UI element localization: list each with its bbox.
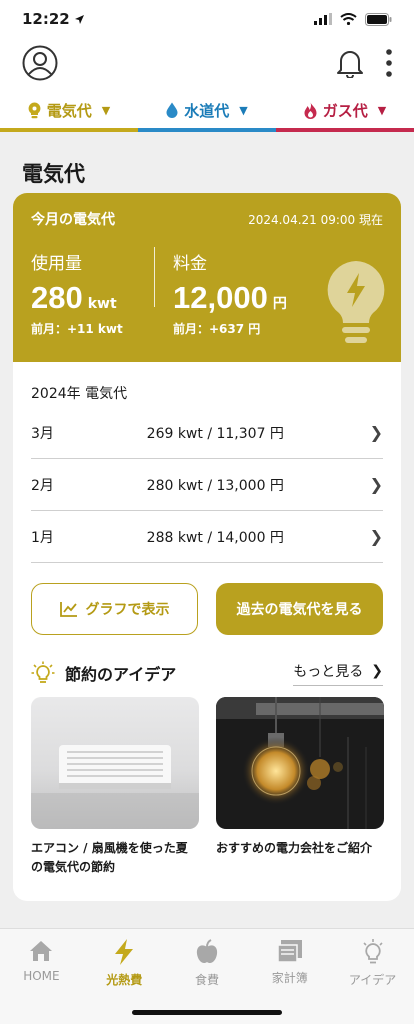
light-bulbs-image [216, 697, 384, 829]
usage-prev: 前月：+11 kwt [31, 322, 123, 336]
usage-value-group: 280 kwt [31, 280, 123, 316]
history-row[interactable]: 1月 288 kwt / 14,000 円 ❯ [31, 511, 383, 563]
lightbulb-bolt-icon [327, 261, 385, 343]
tab-electricity-underline [0, 128, 138, 132]
history-row[interactable]: 3月 269 kwt / 11,307 円 ❯ [31, 407, 383, 459]
view-past-button[interactable]: 過去の電気代を見る [216, 583, 383, 635]
tabbar-home[interactable]: HOME [0, 939, 83, 1024]
history-month: 3月 [31, 425, 54, 442]
lightbulb-icon [363, 939, 383, 964]
usage-unit: kwt [87, 296, 117, 312]
show-graph-button[interactable]: グラフで表示 [31, 583, 198, 635]
status-time: 12:22 [22, 10, 70, 28]
fee-value-group: 12,000 円 [173, 280, 287, 316]
fee-label: 料金 [173, 254, 207, 274]
idea-caption: おすすめの電力会社をご紹介 [216, 841, 373, 855]
see-more-label: もっと見る [293, 664, 364, 680]
see-more-link[interactable]: もっと見る ❯ [293, 661, 383, 686]
category-tabs: 電気代 ▼ 水道代 ▼ ガス代 ▼ [0, 88, 414, 132]
view-past-label: 過去の電気代を見る [236, 602, 363, 618]
summary-date: 2024.04.21 09:00 現在 [248, 213, 383, 227]
wifi-icon [340, 13, 357, 25]
chevron-down-icon: ▼ [239, 103, 248, 117]
usage-metric: 使用量 280 kwt 前月：+11 kwt [31, 249, 123, 337]
lightning-icon [115, 939, 134, 965]
fee-unit: 円 [272, 296, 287, 312]
tabbar-home-label: HOME [23, 969, 60, 983]
fee-value: 12,000 [173, 280, 268, 315]
idea-card[interactable]: エアコン / 扇風機を使った夏の電気代の節約 [31, 697, 199, 876]
usage-label: 使用量 [31, 254, 82, 274]
chevron-right-icon: ❯ [369, 423, 383, 442]
ideas-header: 節約のアイデア [31, 661, 176, 685]
chevron-right-icon: ❯ [369, 527, 383, 546]
home-indicator [132, 1010, 282, 1015]
monthly-summary: 今月の電気代 2024.04.21 09:00 現在 使用量 280 kwt 前… [13, 193, 401, 362]
fee-metric: 料金 12,000 円 前月：+637 円 [173, 249, 287, 337]
history-value: 288 kwt / 14,000 円 [146, 529, 284, 546]
tab-electricity[interactable]: 電気代 ▼ [0, 88, 138, 132]
chevron-down-icon: ▼ [377, 103, 387, 117]
history-title: 2024年 電気代 [31, 386, 128, 402]
apple-icon [196, 939, 218, 964]
lightbulb-idea-icon [31, 661, 55, 683]
tab-gas-underline [276, 128, 414, 132]
battery-icon [365, 12, 392, 26]
signal-icon [314, 13, 332, 25]
electricity-card: 今月の電気代 2024.04.21 09:00 現在 使用量 280 kwt 前… [13, 193, 401, 901]
tabbar-ledger-label: 家計簿 [271, 971, 308, 985]
tab-water-label: 水道代 [184, 101, 230, 120]
tab-water-underline [138, 128, 276, 132]
history-row[interactable]: 2月 280 kwt / 13,000 円 ❯ [31, 459, 383, 511]
tab-gas[interactable]: ガス代 ▼ [276, 88, 414, 132]
more-menu-icon[interactable] [386, 49, 392, 77]
air-purifier-image [31, 697, 199, 829]
summary-label: 今月の電気代 [31, 212, 115, 228]
show-graph-label: グラフで表示 [85, 602, 170, 618]
chevron-right-icon: ❯ [371, 663, 383, 679]
tabbar-food-label: 食費 [194, 973, 219, 987]
lightbulb-small-icon [28, 102, 41, 118]
tabbar-ideas-label: アイデア [348, 973, 397, 987]
summary-header: 今月の電気代 2024.04.21 09:00 現在 [31, 209, 383, 229]
page-title: 電気代 [22, 162, 85, 186]
chevron-right-icon: ❯ [369, 475, 383, 494]
status-indicators [314, 12, 392, 26]
header-actions [336, 48, 392, 78]
ledger-icon [277, 940, 302, 963]
tabbar-ideas[interactable]: アイデア [331, 939, 414, 1024]
tab-gas-label: ガス代 [322, 101, 368, 120]
line-chart-icon [59, 602, 77, 617]
tab-water[interactable]: 水道代 ▼ [138, 88, 276, 132]
fee-prev: 前月：+637 円 [173, 322, 261, 336]
location-arrow-icon [74, 14, 84, 24]
profile-avatar-icon[interactable] [22, 45, 58, 81]
app-header [0, 38, 414, 88]
history-month: 2月 [31, 477, 54, 494]
tab-electricity-label: 電気代 [46, 101, 92, 120]
chevron-down-icon: ▼ [101, 103, 111, 117]
history-month: 1月 [31, 529, 54, 546]
history-value: 269 kwt / 11,307 円 [146, 425, 284, 442]
home-icon [30, 941, 53, 961]
tabbar-utilities-label: 光熱費 [106, 973, 143, 987]
bell-icon[interactable] [336, 48, 364, 78]
idea-caption: エアコン / 扇風機を使った夏の電気代の節約 [31, 841, 188, 874]
idea-card[interactable]: おすすめの電力会社をご紹介 [216, 697, 384, 858]
water-drop-icon [166, 102, 178, 118]
ideas-title: 節約のアイデア [65, 665, 177, 684]
status-bar: 12:22 [0, 0, 414, 38]
flame-icon [304, 102, 317, 119]
history-value: 280 kwt / 13,000 円 [146, 477, 284, 494]
metric-divider [154, 247, 155, 307]
usage-value: 280 [31, 280, 83, 315]
status-time-group: 12:22 [22, 10, 85, 28]
